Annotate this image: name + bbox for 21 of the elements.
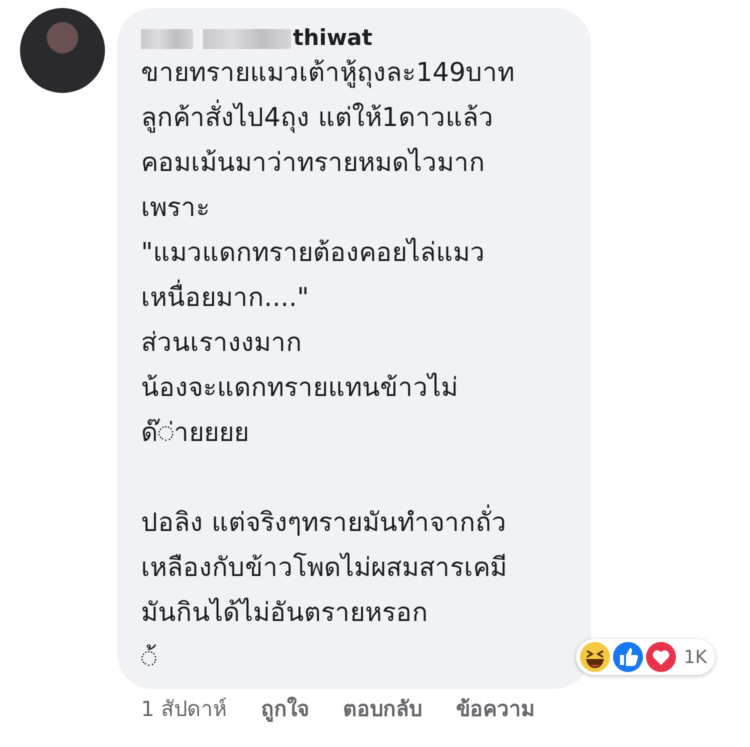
comment-text-line: ส่วนเรางงมาก — [141, 327, 303, 360]
comment-text-line: เหนื่อยมาก...." — [141, 276, 569, 321]
thumbs-up-icon — [612, 641, 644, 673]
comment-text-line: น้องจะแดกทรายแทนข้าวไม่ — [141, 372, 459, 405]
comment-text-line: "แมวแดกทรายต้องคอยไล่แมว — [141, 236, 486, 270]
comment-text-line: ปอลิง แต่จริงๆทรายมันทำจากถั่ว — [141, 501, 569, 546]
comment-text-line: เหลืองกับข้าวโพดไม่ผสมสารเคมี — [141, 552, 508, 585]
comment-text-line: มันกินได้ไม่อันตรายหรอก — [141, 596, 429, 630]
comment-text-line: คอมเม้นมาว่าทรายหมดไวมาก — [141, 146, 486, 180]
comment-text-line: ด๊◌่ายยยย — [141, 417, 250, 450]
comment-text-line: ขายทรายแมวเต้าหู้ถุงละ149บาท — [141, 57, 516, 90]
action-link[interactable]: ถูกใจ — [261, 695, 310, 723]
reaction-badge[interactable]: 1K — [576, 639, 715, 675]
timestamp: 1 สัปดาห์ — [141, 696, 228, 723]
action-link[interactable]: ตอบกลับ — [343, 695, 422, 723]
comment-text-line: ◌้ — [141, 642, 158, 675]
comment-text-line: เพราะ — [141, 192, 211, 225]
comment-text-line: ลูกค้าสั่งไป4ถุง แต่ให้1ดาวแล้ว — [141, 96, 569, 141]
laughing-emoji-icon — [578, 641, 611, 673]
author-name[interactable]: thiwat — [293, 26, 372, 51]
action-link[interactable]: ข้อความ — [456, 695, 536, 723]
